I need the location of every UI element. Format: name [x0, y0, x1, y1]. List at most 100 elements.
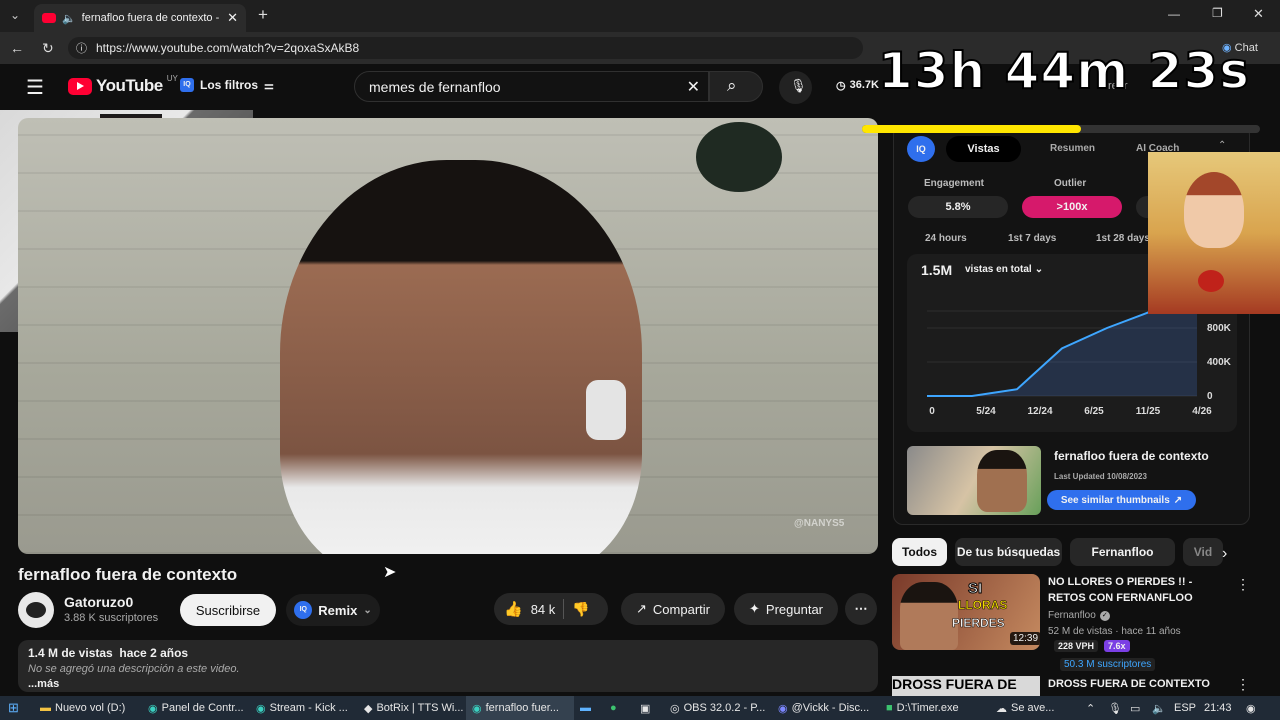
- channel-subs: 50.3 M suscriptores: [1060, 658, 1156, 671]
- weather-widget[interactable]: ☁ Se ave...: [996, 696, 1054, 720]
- clear-search-icon[interactable]: ✕: [687, 77, 700, 97]
- close-window-icon[interactable]: ✕: [1253, 6, 1264, 22]
- more-vert-icon[interactable]: ⋮: [1236, 676, 1250, 693]
- ask-button[interactable]: ✦ Preguntar: [734, 593, 838, 625]
- language-indicator[interactable]: ESP: [1174, 696, 1196, 720]
- description-more[interactable]: ...más: [28, 678, 868, 690]
- taskbar-item[interactable]: ◎ OBS 32.0.2 - P...: [670, 696, 765, 720]
- taskbar-file-explorer[interactable]: ▬: [580, 696, 591, 720]
- x-tick-label: 5/24: [976, 406, 996, 417]
- taskbar-terminal[interactable]: ▣: [640, 696, 650, 720]
- speaker-icon[interactable]: 🔈: [62, 12, 76, 25]
- windows-icon: ⊞: [8, 700, 19, 715]
- taskbar-chrome[interactable]: ●: [610, 696, 617, 720]
- views-badge-value: 36.7K: [849, 79, 879, 91]
- tab-list-icon[interactable]: ⌄: [10, 8, 20, 22]
- recommendation-title-line1: DROSS FUERA DE CONTEXTO: [1048, 678, 1210, 690]
- more-actions-button[interactable]: ⋯: [845, 593, 877, 625]
- edge-icon: ◉: [472, 702, 482, 715]
- search-input[interactable]: memes de fernanfloo ✕: [354, 71, 709, 102]
- x-tick-label: 12/24: [1027, 406, 1052, 417]
- chip-busquedas[interactable]: De tus búsquedas: [955, 538, 1062, 566]
- recommendation-meta: 52 M de vistas · hace 11 años: [1048, 626, 1181, 637]
- filter-chips: Todos De tus búsquedas Fernanfloo Vid: [892, 538, 1232, 566]
- new-tab-icon[interactable]: +: [258, 5, 268, 25]
- share-button[interactable]: ↗ Compartir: [621, 593, 725, 625]
- share-icon: ↗: [636, 601, 647, 616]
- taskbar-item-active[interactable]: ◉ fernafloo fuer...: [466, 696, 574, 720]
- tray-expand-icon[interactable]: ⌃: [1086, 696, 1095, 720]
- channel-name[interactable]: Gatoruzo0: [64, 594, 133, 610]
- related-thumbnail[interactable]: [907, 446, 1041, 515]
- browser-tab[interactable]: 🔈 fernafloo fuera de contexto - ✕: [34, 4, 246, 32]
- similar-thumbnails-button[interactable]: See similar thumbnails ↗: [1047, 490, 1196, 510]
- start-button[interactable]: ⊞: [8, 696, 19, 720]
- taskbar-item[interactable]: ▬ Nuevo vol (D:): [40, 696, 125, 720]
- botrix-icon: ◆: [364, 702, 373, 715]
- discord-icon: ◉: [778, 702, 788, 715]
- tray-mic-icon[interactable]: 🎙: [1108, 696, 1122, 720]
- maximize-icon[interactable]: ❐: [1212, 6, 1223, 20]
- voice-search-button[interactable]: 🎙: [779, 71, 812, 104]
- back-icon[interactable]: ←: [10, 40, 24, 56]
- recommendation-title-line1: NO LLORES O PIERDES !! -: [1048, 576, 1193, 588]
- more-vert-icon[interactable]: ⋮: [1236, 576, 1250, 593]
- chip-fernanfloo[interactable]: Fernanfloo: [1070, 538, 1175, 566]
- taskbar-item[interactable]: ■ D:\Timer.exe: [886, 696, 959, 720]
- close-tab-icon[interactable]: ✕: [227, 10, 238, 26]
- site-info-icon[interactable]: ⓘ: [76, 40, 87, 56]
- recommendation-thumbnail-text: DROSS FUERA DE: [892, 676, 1040, 696]
- taskbar-item[interactable]: ◉ Stream - Kick ...: [256, 696, 348, 720]
- channel-avatar[interactable]: [18, 592, 54, 628]
- headset-image: [586, 380, 626, 440]
- search-button[interactable]: ⌕: [709, 71, 763, 102]
- dislike-icon[interactable]: 👎: [572, 601, 589, 618]
- tab-resumen[interactable]: Resumen: [1050, 143, 1095, 154]
- tray-network-icon[interactable]: ▭: [1130, 696, 1140, 720]
- recommendation-item[interactable]: DROSS FUERA DE DROSS FUERA DE CONTEXTO ⋮: [892, 676, 1280, 696]
- filters-button[interactable]: IQ Los filtros ⚌: [180, 78, 274, 92]
- external-link-icon: ↗: [1173, 494, 1183, 506]
- subscribe-button[interactable]: Suscribirse: [180, 594, 276, 626]
- tray-volume-icon[interactable]: 🔈: [1152, 696, 1166, 720]
- related-title[interactable]: fernafloo fuera de contexto: [1054, 449, 1209, 463]
- outlier-label: Outlier: [1054, 178, 1087, 189]
- iq-icon: IQ: [180, 78, 194, 92]
- taskbar-item[interactable]: ◉ Panel de Contr...: [148, 696, 244, 720]
- like-count[interactable]: 84 k: [531, 602, 556, 617]
- subscriber-count: 3.88 K suscriptores: [64, 612, 159, 624]
- range-7d[interactable]: 1st 7 days: [1008, 233, 1056, 244]
- chip-videos[interactable]: Vid: [1183, 538, 1223, 566]
- minimize-icon[interactable]: —: [1168, 7, 1180, 21]
- description-box[interactable]: 1.4 M de vistas hace 2 años No se agregó…: [18, 640, 878, 692]
- vph-badge: 228 VPH: [1054, 640, 1099, 652]
- youtube-play-icon: [68, 77, 92, 95]
- taskbar-item-label: OBS 32.0.2 - P...: [683, 702, 766, 714]
- chips-next-icon[interactable]: ›: [1222, 545, 1227, 563]
- recommendation-item[interactable]: SI LLORAS PIERDES 12:39 NO LLORES O PIER…: [892, 574, 1280, 674]
- taskbar-item-label: Panel de Contr...: [161, 702, 244, 714]
- collapse-icon[interactable]: ⌃: [1218, 140, 1226, 151]
- chip-todos[interactable]: Todos: [892, 538, 947, 566]
- youtube-logo[interactable]: YouTube UY: [68, 74, 178, 96]
- range-28d[interactable]: 1st 28 days: [1096, 233, 1150, 244]
- clock-icon: ◷: [836, 80, 846, 92]
- notifications-icon[interactable]: ◉: [1246, 696, 1256, 720]
- thumb-text-1: SI: [967, 580, 983, 598]
- menu-icon[interactable]: ☰: [26, 75, 44, 100]
- like-icon[interactable]: 👍: [504, 600, 523, 618]
- url-field[interactable]: ⓘ https://www.youtube.com/watch?v=2qoxaS…: [68, 37, 863, 59]
- x-tick-label: 11/25: [1136, 406, 1161, 417]
- tab-vistas[interactable]: Vistas: [946, 136, 1021, 162]
- remix-button[interactable]: IQ Remix ⌄: [286, 594, 380, 626]
- reload-icon[interactable]: ↻: [42, 40, 54, 57]
- divider: [563, 599, 565, 619]
- taskbar-item-label: fernafloo fuer...: [485, 702, 559, 714]
- taskbar-clock[interactable]: 21:43: [1204, 696, 1232, 720]
- range-24h[interactable]: 24 hours: [925, 233, 967, 244]
- views-badge: ◷ 36.7K: [836, 79, 879, 92]
- taskbar-item[interactable]: ◉ @Vickk - Disc...: [778, 696, 869, 720]
- video-player[interactable]: @NANYS5: [18, 118, 878, 554]
- recommendation-channel[interactable]: Fernanfloo ✓: [1048, 610, 1110, 621]
- taskbar-item[interactable]: ◆ BotRix | TTS Wi...: [364, 696, 463, 720]
